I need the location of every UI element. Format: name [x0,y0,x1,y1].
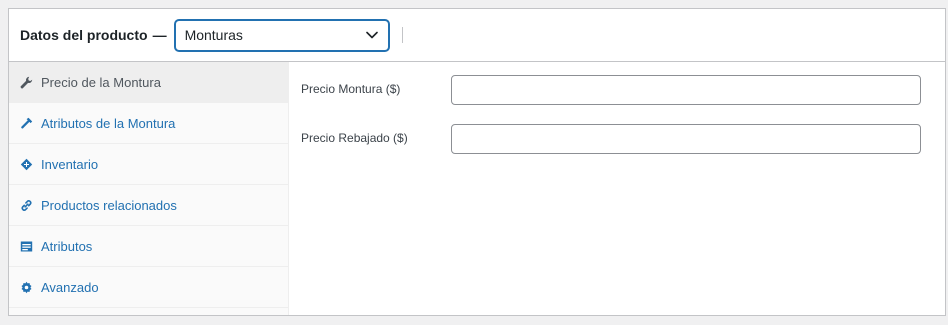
tab-label: Avanzado [41,279,99,295]
hammer-icon [20,117,33,130]
tab-label: Productos relacionados [41,197,177,213]
panel-title: Datos del producto [20,27,148,43]
header-divider [401,27,403,43]
wrench-icon [20,76,33,89]
tab-precio-montura[interactable]: Precio de la Montura [9,62,288,103]
precio-rebajado-label: Precio Rebajado ($) [301,131,408,145]
precio-rebajado-input[interactable] [451,124,921,154]
tab-label: Inventario [41,156,99,172]
product-type-selected-value: Monturas [184,27,243,43]
tab-label: Atributos de la Montura [41,115,176,131]
tab-productos-relacionados[interactable]: Productos relacionados [9,185,288,226]
list-view-icon [20,240,33,253]
title-separator: — [152,27,167,43]
tab-panel-precio: Precio Montura ($) Precio Rebajado ($) [289,62,945,315]
chevron-down-icon [365,31,378,38]
tab-atributos-montura[interactable]: Atributos de la Montura [9,103,288,144]
field-precio-rebajado: Precio Rebajado ($) [289,124,945,173]
product-data-panel: Datos del producto — Monturas Precio de … [8,8,946,316]
product-type-select[interactable]: Monturas [174,19,389,51]
tag-icon [20,158,33,171]
precio-montura-label: Precio Montura ($) [301,82,401,96]
field-precio-montura: Precio Montura ($) [289,75,945,124]
link-icon [20,199,33,212]
tab-label: Precio de la Montura [41,74,161,90]
precio-montura-input[interactable] [451,75,921,105]
tab-inventario[interactable]: Inventario [9,144,288,185]
gear-icon [20,281,33,294]
tab-avanzado[interactable]: Avanzado [9,267,288,308]
tab-atributos[interactable]: Atributos [9,226,288,267]
tab-label: Atributos [41,238,93,254]
product-data-tabs: Precio de la Montura Atributos de la Mon… [9,62,289,315]
panel-header: Datos del producto — Monturas [9,9,945,62]
